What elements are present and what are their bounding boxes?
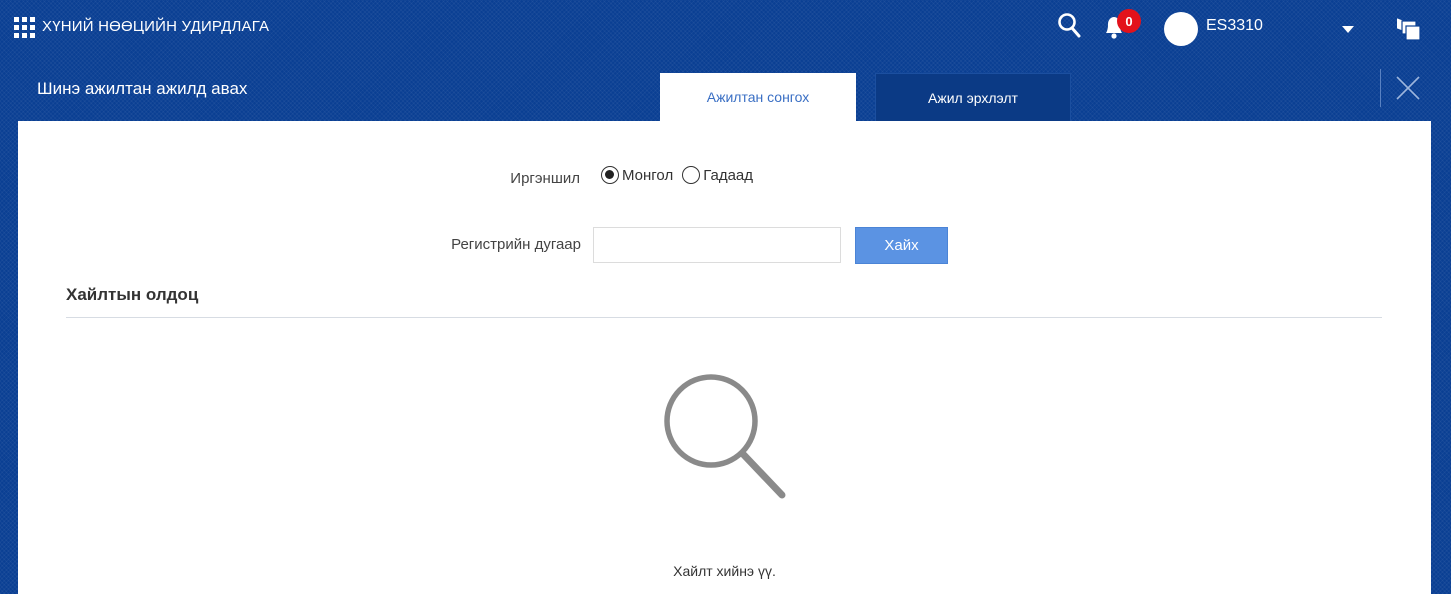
notification-badge: 0 [1117, 9, 1141, 33]
chevron-down-icon[interactable] [1342, 26, 1354, 33]
magnifier-icon [664, 374, 786, 499]
radio-mongolian-label[interactable]: Монгол [622, 167, 673, 184]
register-number-input[interactable] [593, 227, 841, 263]
radio-foreign[interactable] [682, 166, 701, 184]
app-title: ХҮНИЙ НӨӨЦИЙН УДИРДЛАГА [42, 18, 270, 35]
close-icon[interactable] [1394, 74, 1422, 102]
avatar[interactable] [1164, 12, 1198, 46]
cards-icon[interactable] [1396, 15, 1422, 43]
results-title: Хайлтын олдоц [66, 285, 199, 304]
username[interactable]: ES3310 [1206, 17, 1263, 35]
top-bar: ХҮНИЙ НӨӨЦИЙН УДИРДЛАГА 0 ES3310 [0, 0, 1451, 56]
citizenship-label: Иргэншил [510, 170, 580, 187]
radio-mongolian[interactable] [601, 166, 619, 184]
notifications-button[interactable]: 0 [1101, 9, 1141, 43]
empty-state-message: Хайлт хийнэ үү. [673, 563, 776, 579]
apps-grid-icon[interactable] [14, 17, 35, 38]
citizenship-radio-group: Монгол Гадаад [601, 166, 762, 184]
dialog-content: Иргэншил Монгол Гадаад Регистрийн дугаар… [18, 121, 1431, 594]
tab-employment[interactable]: Ажил эрхлэлт [875, 73, 1071, 121]
tab-select-employee[interactable]: Ажилтан сонгох [660, 73, 856, 121]
search-button[interactable]: Хайх [855, 227, 948, 264]
dialog-header: Шинэ ажилтан ажилд авах Ажилтан сонгох А… [18, 57, 1431, 121]
radio-foreign-label[interactable]: Гадаад [703, 167, 753, 184]
search-icon[interactable] [1057, 11, 1083, 41]
dialog-title: Шинэ ажилтан ажилд авах [37, 79, 248, 98]
register-number-label: Регистрийн дугаар [451, 236, 581, 253]
close-divider [1380, 69, 1381, 107]
results-divider [66, 317, 1382, 318]
